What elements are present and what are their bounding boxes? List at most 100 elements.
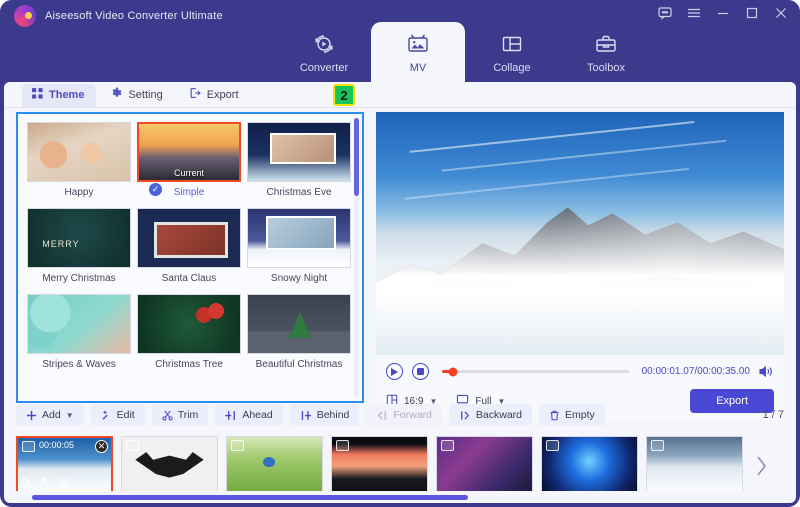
theme-scrollbar[interactable] <box>354 118 359 196</box>
minimize-icon[interactable] <box>716 6 730 20</box>
filmstrip-item[interactable] <box>541 436 638 491</box>
close-icon[interactable] <box>774 6 788 20</box>
image-type-icon <box>336 440 349 451</box>
magic-wand-icon <box>101 410 112 421</box>
theme-item-christmas-tree[interactable]: Christmas Tree <box>134 290 244 376</box>
stop-icon[interactable] <box>412 363 429 380</box>
theme-thumbnail <box>27 208 131 268</box>
page-indicator: 1 / 7 <box>763 409 784 421</box>
trash-icon <box>549 410 560 421</box>
clock-icon[interactable] <box>58 474 68 491</box>
step-badge: 2 <box>333 84 355 106</box>
theme-grid: Happy Current ✓ Simple <box>18 114 362 376</box>
play-icon[interactable] <box>22 474 32 491</box>
nav-tab-toolbox[interactable]: Toolbox <box>559 22 653 82</box>
filmstrip-item[interactable] <box>331 436 428 491</box>
toolbox-icon <box>594 31 618 57</box>
theme-label: Santa Claus <box>162 273 216 284</box>
theme-label: Christmas Tree <box>155 359 223 370</box>
theme-thumbnail <box>137 294 241 354</box>
filmstrip-item[interactable] <box>436 436 533 491</box>
theme-item-merry-christmas[interactable]: Merry Christmas <box>24 204 134 290</box>
theme-item-stripes-waves[interactable]: Stripes & Waves <box>24 290 134 376</box>
feedback-icon[interactable] <box>658 6 672 20</box>
sub-tab-bar: Theme Setting Export 2 <box>4 82 796 108</box>
image-type-icon <box>22 441 35 452</box>
backward-button[interactable]: Backward <box>449 404 532 426</box>
trim-button[interactable]: Trim <box>152 404 209 426</box>
clip-duration: 00:00:05 <box>39 440 74 450</box>
theme-item-beautiful-christmas[interactable]: Beautiful Christmas <box>244 290 354 376</box>
maximize-icon[interactable] <box>745 6 759 20</box>
plus-icon <box>26 410 37 421</box>
chevron-right-icon[interactable] <box>751 454 771 478</box>
nav-tab-converter[interactable]: Converter <box>277 22 371 82</box>
filmstrip-item[interactable] <box>226 436 323 491</box>
move-backward-icon <box>459 410 471 421</box>
theme-thumbnail <box>27 122 131 182</box>
filmstrip-scrollbar[interactable] <box>32 495 468 500</box>
tab-theme-label: Theme <box>49 89 84 101</box>
volume-icon[interactable] <box>759 365 774 378</box>
progress-handle[interactable] <box>449 367 458 376</box>
theme-label: Beautiful Christmas <box>256 359 343 370</box>
edit-toolbar: Add ▼ Edit Tri <box>16 404 784 426</box>
theme-item-simple[interactable]: Current ✓ Simple <box>134 118 244 204</box>
timecode-display: 00:00:01.07/00:00:35.00 <box>642 366 750 377</box>
app-title: Aiseesoft Video Converter Ultimate <box>45 10 223 22</box>
tab-theme[interactable]: Theme <box>22 84 96 107</box>
theme-thumbnail <box>247 208 351 268</box>
play-icon[interactable] <box>386 363 403 380</box>
forward-button-label: Forward <box>393 409 432 421</box>
tab-setting[interactable]: Setting <box>100 83 174 107</box>
chevron-down-icon: ▼ <box>66 411 74 420</box>
collage-icon <box>500 31 524 57</box>
remove-clip-icon[interactable]: ✕ <box>95 440 108 453</box>
empty-button-label: Empty <box>565 409 595 421</box>
forward-button[interactable]: Forward <box>366 404 442 426</box>
nav-tab-mv-label: MV <box>410 62 427 74</box>
filmstrip-item[interactable] <box>121 436 218 491</box>
nav-tab-collage[interactable]: Collage <box>465 22 559 82</box>
insert-ahead-icon <box>225 410 237 421</box>
filmstrip-item[interactable] <box>646 436 743 491</box>
cloud-decoration <box>409 121 693 153</box>
bottom-scroll-area <box>4 491 796 503</box>
image-type-icon <box>651 440 664 451</box>
theme-label: Merry Christmas <box>42 273 115 284</box>
empty-button[interactable]: Empty <box>539 404 605 426</box>
grid-icon <box>32 88 43 102</box>
theme-thumbnail: Current <box>137 122 241 182</box>
nav-tab-toolbox-label: Toolbox <box>587 62 625 74</box>
progress-bar[interactable] <box>442 370 629 373</box>
clip-actions <box>22 474 68 491</box>
tab-export[interactable]: Export <box>179 83 251 107</box>
main-nav: Converter MV <box>0 22 800 82</box>
nav-tab-collage-label: Collage <box>493 62 530 74</box>
edit-button[interactable]: Edit <box>91 404 145 426</box>
theme-item-christmas-eve[interactable]: Christmas Eve <box>244 118 354 204</box>
window-controls <box>658 6 788 20</box>
theme-item-santa-claus[interactable]: Santa Claus <box>134 204 244 290</box>
video-preview[interactable] <box>376 112 784 355</box>
theme-item-happy[interactable]: Happy <box>24 118 134 204</box>
title-bar: Aiseesoft Video Converter Ultimate <box>0 0 800 82</box>
menu-icon[interactable] <box>687 6 701 20</box>
theme-label: Snowy Night <box>271 273 327 284</box>
nav-tab-mv[interactable]: MV <box>371 22 465 82</box>
image-type-icon <box>126 440 139 451</box>
magic-wand-icon[interactable] <box>40 474 50 491</box>
page-total: 7 <box>778 409 784 421</box>
theme-thumbnail <box>27 294 131 354</box>
filmstrip-item[interactable]: 00:00:05 ✕ <box>16 436 113 491</box>
insert-behind-icon <box>300 410 312 421</box>
ahead-button[interactable]: Ahead <box>215 404 282 426</box>
add-button[interactable]: Add ▼ <box>16 404 84 426</box>
converter-icon <box>312 31 336 57</box>
theme-item-snowy-night[interactable]: Snowy Night <box>244 204 354 290</box>
theme-thumbnail <box>247 122 351 182</box>
behind-button-label: Behind <box>317 409 350 421</box>
behind-button[interactable]: Behind <box>290 404 360 426</box>
app-window: Aiseesoft Video Converter Ultimate <box>0 0 800 507</box>
theme-thumbnail <box>247 294 351 354</box>
